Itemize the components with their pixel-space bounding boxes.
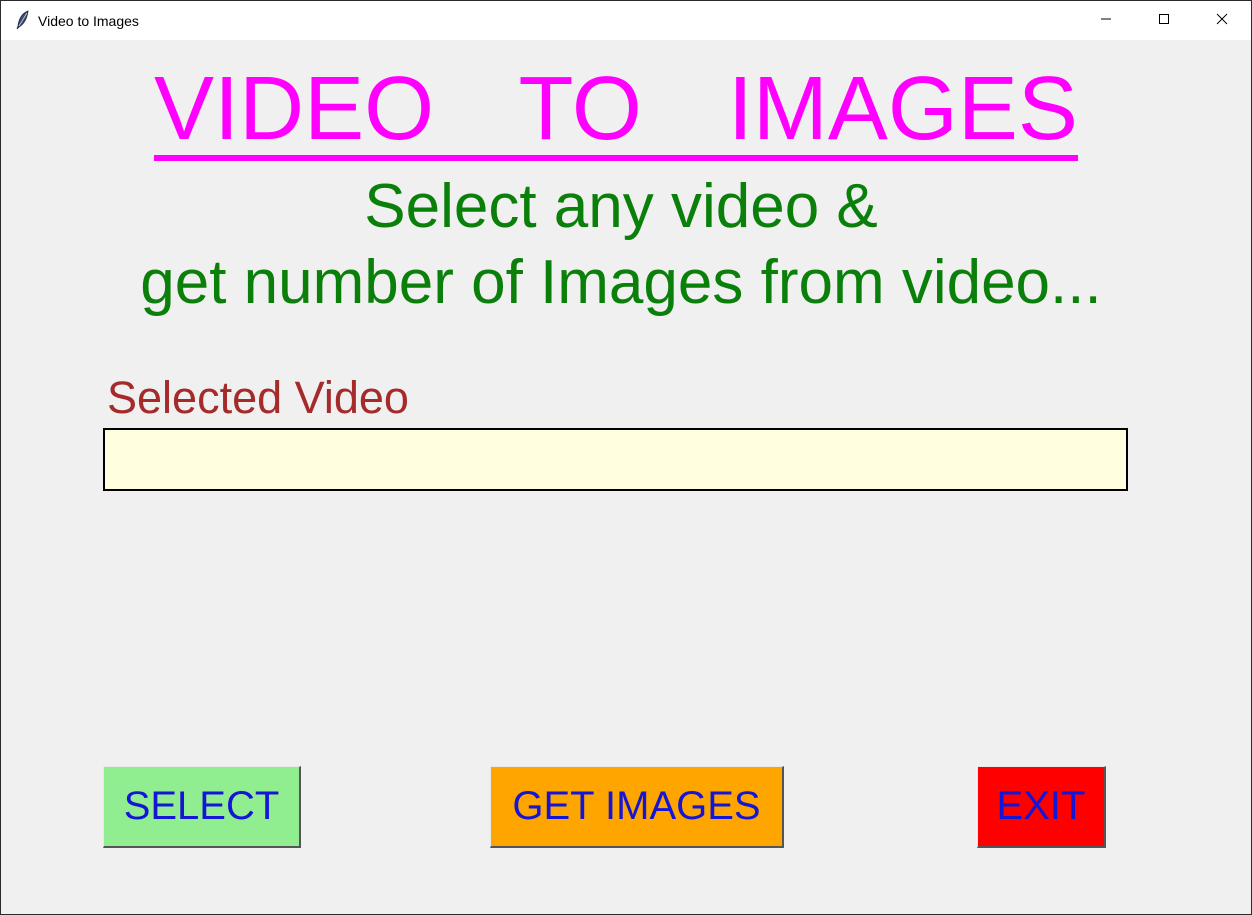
minimize-icon	[1100, 12, 1112, 30]
minimize-button[interactable]	[1077, 1, 1135, 40]
subtitle-line-1: Select any video &	[364, 172, 878, 241]
select-button[interactable]: SELECT	[103, 766, 301, 848]
app-window: Video to Images VIDEO TO IMAGES Select a…	[0, 0, 1252, 915]
exit-button[interactable]: EXIT	[977, 766, 1106, 848]
feather-icon	[15, 10, 31, 30]
page-title: VIDEO TO IMAGES	[1, 59, 1231, 161]
selected-video-field[interactable]	[103, 428, 1128, 491]
maximize-button[interactable]	[1135, 1, 1193, 40]
subtitle-line-2: get number of Images from video...	[140, 248, 1102, 317]
close-icon	[1216, 12, 1228, 30]
selected-video-label: Selected Video	[107, 372, 409, 423]
close-button[interactable]	[1193, 1, 1251, 40]
window-title: Video to Images	[38, 13, 139, 29]
maximize-icon	[1158, 12, 1170, 30]
page-title-text: VIDEO TO IMAGES	[154, 59, 1078, 161]
title-bar[interactable]: Video to Images	[1, 1, 1251, 40]
get-images-button[interactable]: GET IMAGES	[490, 766, 784, 848]
